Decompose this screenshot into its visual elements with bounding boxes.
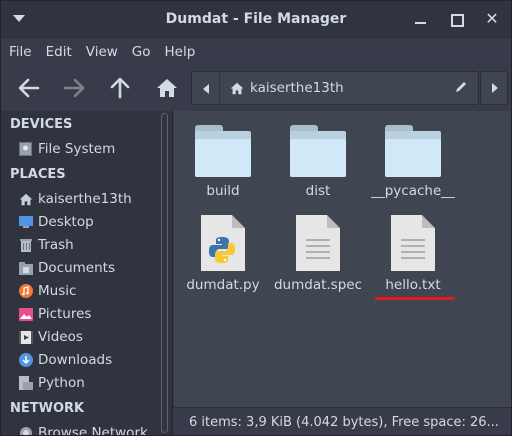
home-icon (230, 82, 244, 94)
title-bar: Dumdat - File Manager ✕ (1, 1, 511, 39)
forward-button[interactable] (59, 73, 89, 103)
maximize-button[interactable] (448, 11, 464, 27)
folder-icon (385, 125, 441, 177)
sidebar-item-downloads[interactable]: Downloads (18, 349, 158, 371)
close-button[interactable]: ✕ (484, 11, 500, 27)
music-icon (18, 284, 33, 299)
file-item-pycache[interactable]: __pycache__ (367, 125, 459, 199)
home-icon (157, 79, 177, 97)
file-item-dist[interactable]: dist (272, 125, 364, 199)
sidebar-item-desktop[interactable]: Desktop (18, 211, 158, 233)
pictures-icon (18, 307, 33, 322)
python-file-icon (201, 215, 245, 271)
menu-edit[interactable]: Edit (46, 44, 72, 60)
trash-icon (18, 238, 33, 253)
file-item-dumdat-py[interactable]: dumdat.py (177, 215, 269, 293)
sidebar-header-places: PLACES (10, 167, 66, 182)
network-icon (18, 426, 33, 435)
home-button[interactable] (152, 73, 182, 103)
sidebar-item-documents[interactable]: Documents (18, 257, 158, 279)
sidebar-header-network: NETWORK (10, 401, 85, 416)
text-file-icon (391, 215, 435, 271)
breadcrumb[interactable]: kaiserthe13th (222, 72, 344, 104)
sidebar-item-file-system[interactable]: File System (18, 138, 158, 160)
videos-icon (18, 330, 33, 345)
path-scroll-left-button[interactable] (192, 72, 220, 104)
documents-folder-icon (18, 261, 33, 276)
pencil-icon (456, 82, 466, 92)
sidebar-item-browse-network[interactable]: Browse Network (18, 422, 158, 435)
file-manager-window: Dumdat - File Manager ✕ File Edit View G… (0, 0, 512, 436)
arrow-left-icon (18, 78, 40, 98)
desktop-icon (18, 215, 33, 230)
arrow-right-icon (63, 78, 85, 98)
edit-location-button[interactable] (454, 80, 468, 98)
sidebar-item-pictures[interactable]: Pictures (18, 303, 158, 325)
file-item-dumdat-spec[interactable]: dumdat.spec (272, 215, 364, 293)
breadcrumb-label: kaiserthe13th (250, 80, 344, 96)
sidebar: DEVICES File System PLACES kaiserthe13th… (1, 111, 173, 435)
menu-help[interactable]: Help (165, 44, 196, 60)
menu-view[interactable]: View (86, 44, 118, 60)
toolbar: kaiserthe13th (1, 65, 511, 111)
path-bar: kaiserthe13th (191, 71, 479, 105)
arrow-up-icon (110, 77, 130, 99)
sidebar-scrollbar[interactable] (161, 113, 168, 433)
sidebar-item-music[interactable]: Music (18, 280, 158, 302)
downloads-icon (18, 353, 33, 368)
folder-icon (290, 125, 346, 177)
home-icon (18, 192, 33, 207)
window-title: Dumdat - File Manager (165, 11, 347, 27)
sidebar-header-devices: DEVICES (10, 117, 73, 132)
folder-icon (18, 376, 33, 391)
folder-icon (195, 125, 251, 177)
minimize-button[interactable] (413, 11, 429, 27)
sidebar-item-python[interactable]: Python (18, 372, 158, 394)
sidebar-item-videos[interactable]: Videos (18, 326, 158, 348)
file-item-hello-txt[interactable]: hello.txt (367, 215, 459, 293)
status-text: 6 items: 3,9 KiB (4.042 bytes), Free spa… (189, 415, 499, 430)
menu-file[interactable]: File (9, 44, 32, 60)
drive-icon (18, 142, 33, 157)
file-view: build dist __pycache__ dumdat.py dumdat.… (174, 111, 511, 407)
sidebar-item-trash[interactable]: Trash (18, 234, 158, 256)
status-bar: 6 items: 3,9 KiB (4.042 bytes), Free spa… (174, 407, 511, 435)
up-button[interactable] (105, 73, 135, 103)
menu-go[interactable]: Go (132, 44, 151, 60)
text-file-icon (296, 215, 340, 271)
path-scroll-right-button[interactable] (480, 71, 508, 105)
back-button[interactable] (14, 73, 44, 103)
file-item-build[interactable]: build (177, 125, 269, 199)
menu-bar: File Edit View Go Help (1, 39, 511, 65)
sidebar-item-home[interactable]: kaiserthe13th (18, 188, 158, 210)
annotation-underline (375, 297, 455, 300)
